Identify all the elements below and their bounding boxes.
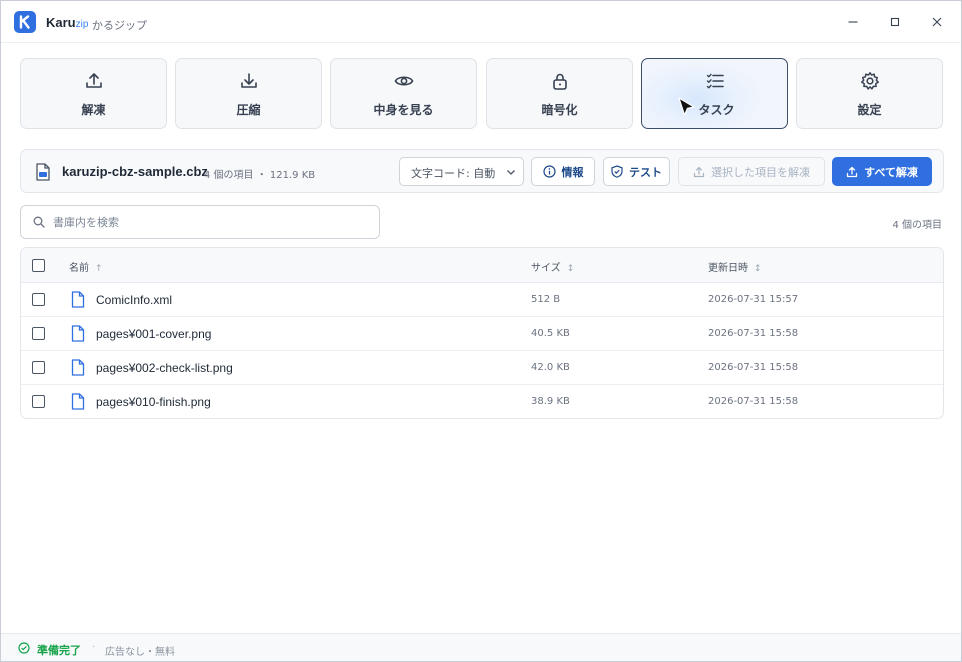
settings-tool-button[interactable]: 設定: [796, 58, 943, 129]
search-icon: [33, 216, 45, 228]
mouse-cursor-icon: [678, 97, 695, 116]
lock-icon: [552, 73, 567, 90]
search-box[interactable]: [20, 205, 380, 239]
file-size: 40.5 KB: [531, 328, 570, 339]
close-button[interactable]: [923, 9, 951, 35]
test-button-label: テスト: [629, 165, 662, 179]
row-checkbox[interactable]: [32, 293, 45, 306]
task-tool-label: タスク: [698, 103, 735, 117]
minimize-icon: [848, 21, 858, 23]
status-note: 広告なし・無料: [105, 647, 175, 658]
file-name: pages¥001-cover.png: [96, 327, 212, 341]
row-checkbox[interactable]: [32, 395, 45, 408]
compress-tool-label: 圧縮: [236, 103, 261, 117]
row-checkbox[interactable]: [32, 361, 45, 374]
shield-check-icon: [611, 165, 623, 178]
table-row[interactable]: pages¥001-cover.png 40.5 KB 2026-07-31 1…: [21, 317, 943, 351]
check-circle-icon: [18, 642, 30, 654]
file-name: pages¥002-check-list.png: [96, 361, 233, 375]
archive-file-icon: [36, 163, 50, 181]
file-table: 名前 ↑ サイズ ↕ 更新日時 ↕ ComicInfo.xml 512 B 2026-…: [20, 247, 944, 419]
extract-tool-label: 解凍: [81, 103, 106, 117]
file-modified: 2026-07-31 15:58: [708, 396, 799, 407]
file-modified: 2026-07-31 15:58: [708, 362, 799, 373]
file-icon: [71, 325, 85, 342]
upload-icon: [85, 73, 102, 88]
view-contents-tool-button[interactable]: 中身を見る: [330, 58, 477, 129]
item-count: 4 個の項目: [892, 220, 942, 231]
extract-selected-button[interactable]: 選択した項目を解凍: [678, 157, 825, 186]
sort-icon: ↕: [754, 264, 762, 274]
test-button[interactable]: テスト: [603, 157, 670, 186]
compress-tool-button[interactable]: 圧縮: [175, 58, 322, 129]
extract-all-button[interactable]: すべて解凍: [832, 157, 932, 186]
file-modified: 2026-07-31 15:58: [708, 328, 799, 339]
app-name: Karuzip: [46, 15, 89, 30]
status-ready: 準備完了: [37, 644, 81, 657]
task-list-icon: [706, 73, 724, 89]
status-bar: 準備完了 · 広告なし・無料: [1, 633, 961, 661]
select-all-checkbox[interactable]: [32, 259, 45, 272]
close-icon: [932, 17, 942, 27]
archive-file-name: karuzip-cbz-sample.cbz: [62, 164, 208, 179]
extract-all-label: すべて解凍: [864, 165, 918, 179]
table-row[interactable]: pages¥002-check-list.png 42.0 KB 2026-07…: [21, 351, 943, 385]
info-button[interactable]: 情報: [531, 157, 595, 186]
table-row[interactable]: pages¥010-finish.png 38.9 KB 2026-07-31 …: [21, 385, 943, 418]
gear-icon: [860, 72, 879, 90]
status-separator: ·: [92, 642, 96, 653]
extract-selected-label: 選択した項目を解凍: [711, 165, 810, 179]
file-size: 512 B: [531, 294, 561, 305]
column-header-modified[interactable]: 更新日時 ↕: [708, 259, 762, 274]
view-contents-tool-label: 中身を見る: [373, 103, 434, 117]
app-subtitle: かるジップ: [92, 19, 147, 32]
upload-icon: [693, 166, 705, 177]
file-icon: [71, 393, 85, 410]
archive-info-bar: karuzip-cbz-sample.cbz 4 個の項目 ・ 121.9 KB…: [20, 149, 944, 193]
task-tool-button[interactable]: タスク: [641, 58, 788, 129]
sort-icon: ↕: [566, 264, 575, 274]
row-checkbox[interactable]: [32, 327, 45, 340]
encoding-select[interactable]: 文字コード: 自動: [399, 157, 524, 186]
maximize-button[interactable]: [881, 9, 909, 35]
app-name-suffix: zip: [75, 19, 89, 30]
extract-tool-button[interactable]: 解凍: [20, 58, 167, 129]
table-header: 名前 ↑ サイズ ↕ 更新日時 ↕: [21, 248, 943, 283]
file-name: pages¥010-finish.png: [96, 395, 211, 409]
file-modified: 2026-07-31 15:57: [708, 294, 799, 305]
column-header-size[interactable]: サイズ ↕: [531, 259, 574, 274]
file-size: 38.9 KB: [531, 396, 570, 407]
minimize-button[interactable]: [839, 9, 867, 35]
file-size: 42.0 KB: [531, 362, 570, 373]
archive-file-meta: 4 個の項目 ・ 121.9 KB: [204, 170, 316, 181]
table-row[interactable]: ComicInfo.xml 512 B 2026-07-31 15:57: [21, 283, 943, 317]
encrypt-tool-button[interactable]: 暗号化: [486, 58, 633, 129]
title-bar: Karuzip かるジップ: [1, 1, 961, 43]
eye-icon: [394, 76, 413, 86]
sort-asc-icon: ↑: [95, 264, 103, 274]
file-icon: [71, 291, 85, 308]
encrypt-tool-label: 暗号化: [541, 103, 578, 117]
maximize-icon: [890, 17, 900, 27]
app-window: Karuzip かるジップ 解凍 圧縮 中身を見る 暗号化 タスク 設定 kar…: [0, 0, 962, 662]
file-icon: [71, 359, 85, 376]
upload-icon: [846, 166, 858, 177]
chevron-down-icon: [507, 170, 515, 175]
column-header-name[interactable]: 名前 ↑: [69, 259, 103, 274]
settings-tool-label: 設定: [857, 103, 882, 117]
file-name: ComicInfo.xml: [96, 293, 173, 307]
download-icon: [240, 73, 257, 88]
info-button-label: 情報: [561, 165, 584, 179]
app-logo-icon: [14, 11, 36, 33]
encoding-select-value: 文字コード: 自動: [411, 167, 496, 180]
search-input[interactable]: [53, 212, 363, 232]
info-icon: [542, 165, 556, 178]
